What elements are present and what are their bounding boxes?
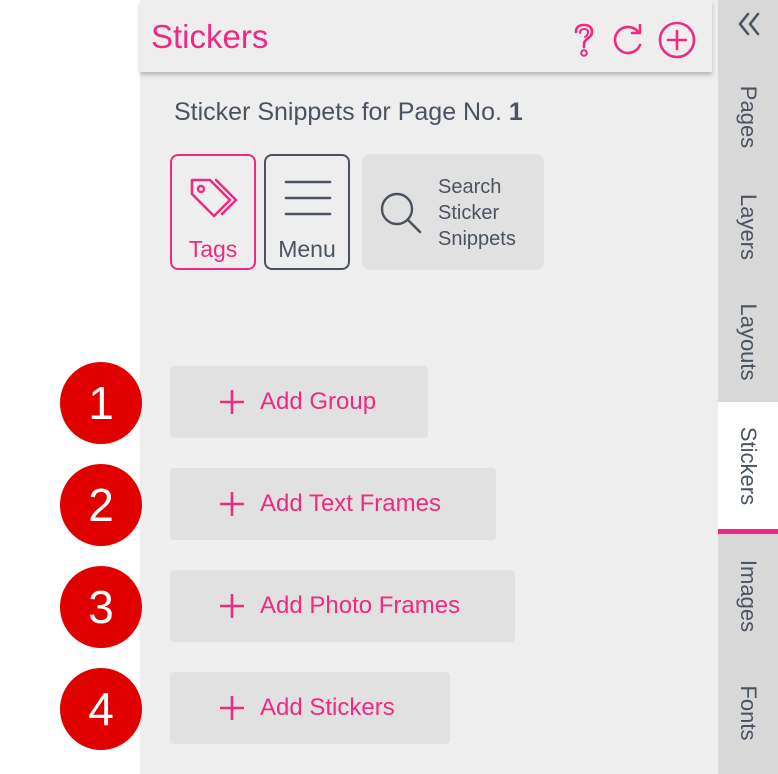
plus-icon [220,390,244,414]
tab-fonts-label: Fonts [736,685,761,741]
tab-layouts[interactable]: Layouts [718,282,778,402]
add-stickers-label: Add Stickers [260,694,395,721]
tags-label: Tags [188,236,238,262]
tab-pages-label: Pages [736,85,761,149]
plus-icon [220,594,244,618]
tab-pages[interactable]: Pages [718,62,778,172]
add-group-button[interactable]: Add Group [170,366,428,438]
tags-button[interactable]: Tags [170,154,256,270]
step-badge-2: 2 [60,464,142,546]
tab-images-label: Images [736,559,761,633]
page-number: 1 [508,98,523,126]
menu-label: Menu [278,236,336,262]
side-tab-bar: Pages Layers Layouts Stickers Images Fon… [718,0,778,774]
subtitle-text: Sticker Snippets for Page No. [174,98,502,126]
tab-layers-label: Layers [736,193,761,261]
tab-layers[interactable]: Layers [718,172,778,282]
add-text-frames-button[interactable]: Add Text Frames [170,468,496,540]
double-chevron-left-icon[interactable] [736,10,762,40]
panel-header: Stickers [140,0,712,72]
panel-title: Stickers [151,18,269,55]
tab-stickers[interactable]: Stickers [718,402,778,534]
tab-layouts-label: Layouts [736,303,761,381]
step-badge-4: 4 [60,668,142,750]
tags-icon [190,178,238,218]
search-label-line: Snippets [438,228,516,250]
page-subtitle: Sticker Snippets for Page No. 1 [174,98,523,127]
plus-icon [220,492,244,516]
question-icon[interactable] [564,20,604,60]
menu-button[interactable]: Menu [264,154,350,270]
step-badge-3: 3 [60,566,142,648]
search-icon [380,192,422,234]
step-badge-1: 1 [60,362,142,444]
tab-images[interactable]: Images [718,534,778,658]
search-snippets-button[interactable]: Search Sticker Snippets [362,154,544,270]
add-text-frames-label: Add Text Frames [260,490,441,517]
add-photo-frames-label: Add Photo Frames [260,592,461,619]
search-label-line: Search [438,176,502,198]
add-stickers-button[interactable]: Add Stickers [170,672,450,744]
stickers-panel: Stickers Sticker Snippets for Page No. 1 [140,0,718,774]
search-label-line: Sticker [438,202,500,224]
add-group-label: Add Group [260,388,377,415]
tab-stickers-label: Stickers [736,426,761,505]
hamburger-icon [284,180,332,216]
search-label: Search Sticker Snippets [438,174,516,252]
add-photo-frames-button[interactable]: Add Photo Frames [170,570,515,642]
plus-icon [220,696,244,720]
refresh-icon[interactable] [608,20,648,60]
tab-fonts[interactable]: Fonts [718,658,778,768]
add-circle-icon[interactable] [657,20,697,60]
